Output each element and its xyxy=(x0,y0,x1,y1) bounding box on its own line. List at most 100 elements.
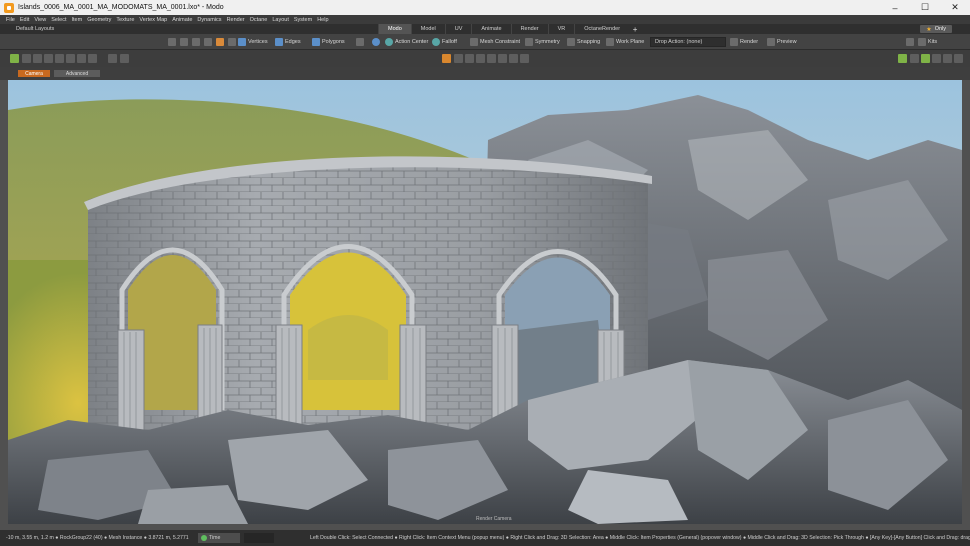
zoom-icon[interactable] xyxy=(120,54,129,63)
menu-edit[interactable]: Edit xyxy=(20,17,29,23)
menu-file[interactable]: File xyxy=(6,17,15,23)
work-plane-label: Work Plane xyxy=(616,39,645,45)
action-center-label: Action Center xyxy=(395,39,429,45)
polygons-label: Polygons xyxy=(322,39,345,45)
panel-icon-4[interactable] xyxy=(932,54,941,63)
layout-icon-7[interactable] xyxy=(509,54,518,63)
3d-viewport[interactable]: Render Camera xyxy=(8,80,962,524)
only-toggle[interactable]: ★ Only xyxy=(920,25,952,33)
layout-selector[interactable]: Default Layouts xyxy=(16,26,378,32)
vertices-button[interactable]: Vertices xyxy=(238,37,268,47)
material-select-button[interactable] xyxy=(204,37,212,47)
window-title: Islands_0006_MA_0001_MA_MODOMATS_MA_0001… xyxy=(18,4,224,11)
lasso-tool-button[interactable] xyxy=(180,37,188,47)
maximize-button[interactable]: ☐ xyxy=(910,0,940,15)
tab-octanerender[interactable]: OctaneRender xyxy=(574,24,629,34)
panel-icon-3[interactable] xyxy=(921,54,930,63)
render-label: Render xyxy=(740,39,759,45)
view-icon-1[interactable] xyxy=(22,54,31,63)
tab-model[interactable]: Model xyxy=(410,24,445,34)
render-button[interactable]: Render xyxy=(730,37,758,47)
menu-texture[interactable]: Texture xyxy=(116,17,134,23)
pivot-mode-button[interactable] xyxy=(228,37,236,47)
layout-dropdown-icon[interactable] xyxy=(520,54,529,63)
drop-action-dropdown[interactable]: Drop Action: (none) xyxy=(650,37,726,47)
item-mode-button[interactable] xyxy=(216,37,224,47)
close-button[interactable]: ✕ xyxy=(940,0,970,15)
panel-icon-5[interactable] xyxy=(943,54,952,63)
paint-select-button[interactable] xyxy=(192,37,200,47)
menu-geometry[interactable]: Geometry xyxy=(87,17,111,23)
kits-button[interactable]: Kits xyxy=(918,37,937,47)
command-input[interactable] xyxy=(244,533,274,543)
time-indicator-icon xyxy=(201,535,207,541)
search-button[interactable] xyxy=(906,37,914,47)
tab-vr[interactable]: VR xyxy=(547,24,575,34)
shield-button[interactable] xyxy=(372,37,380,47)
panel-icon-1[interactable] xyxy=(898,54,907,63)
work-plane-button[interactable]: Work Plane xyxy=(606,37,644,47)
tab-render[interactable]: Render xyxy=(510,24,548,34)
menu-item[interactable]: Item xyxy=(71,17,82,23)
work-plane-icon xyxy=(606,38,614,46)
menu-help[interactable]: Help xyxy=(317,17,328,23)
time-button[interactable]: Time xyxy=(198,533,240,543)
action-center-button[interactable]: Action Center xyxy=(385,37,428,47)
view-icon-2[interactable] xyxy=(33,54,42,63)
polygons-button[interactable]: Polygons xyxy=(312,37,345,47)
view-icon-7[interactable] xyxy=(88,54,97,63)
tab-uv[interactable]: UV xyxy=(444,24,472,34)
select-arrow-icon xyxy=(168,38,176,46)
shading-mode-tab[interactable]: Advanced xyxy=(54,70,100,77)
tab-modo[interactable]: Modo xyxy=(378,24,411,34)
view-icon-3[interactable] xyxy=(44,54,53,63)
edges-icon xyxy=(275,38,283,46)
menu-octane[interactable]: Octane xyxy=(250,17,268,23)
only-label: Only xyxy=(934,26,946,32)
preview-icon xyxy=(767,38,775,46)
menu-animate[interactable]: Animate xyxy=(172,17,192,23)
layout-icon-4[interactable] xyxy=(476,54,485,63)
menu-layout[interactable]: Layout xyxy=(272,17,289,23)
add-icon[interactable] xyxy=(108,54,117,63)
menu-select[interactable]: Select xyxy=(51,17,66,23)
preview-button[interactable]: Preview xyxy=(767,37,797,47)
material-mode-icon xyxy=(356,38,364,46)
camera-tab[interactable]: Camera xyxy=(18,70,50,77)
menu-bar: File Edit View Select Item Geometry Text… xyxy=(0,15,970,24)
grid-snap-icon[interactable] xyxy=(10,54,19,63)
edges-label: Edges xyxy=(285,39,301,45)
tab-animate[interactable]: Animate xyxy=(471,24,510,34)
select-tool-button[interactable] xyxy=(168,37,176,47)
edges-button[interactable]: Edges xyxy=(275,37,301,47)
falloff-button[interactable]: Falloff xyxy=(432,37,457,47)
mesh-constraint-button[interactable]: Mesh Constraint xyxy=(470,37,520,47)
star-icon: ★ xyxy=(926,26,932,33)
falloff-icon xyxy=(432,38,440,46)
material-mode-button[interactable] xyxy=(356,37,364,47)
symmetry-button[interactable]: Symmetry xyxy=(525,37,560,47)
menu-dynamics[interactable]: Dynamics xyxy=(197,17,221,23)
layout-icon-1[interactable] xyxy=(442,54,451,63)
vertices-icon xyxy=(238,38,246,46)
rendered-scene xyxy=(8,80,962,524)
menu-vertex-map[interactable]: Vertex Map xyxy=(139,17,167,23)
layout-icon-5[interactable] xyxy=(487,54,496,63)
view-icon-6[interactable] xyxy=(77,54,86,63)
layout-icon-2[interactable] xyxy=(454,54,463,63)
panel-icon-2[interactable] xyxy=(910,54,919,63)
snapping-button[interactable]: Snapping xyxy=(567,37,600,47)
falloff-label: Falloff xyxy=(442,39,457,45)
view-icon-5[interactable] xyxy=(66,54,75,63)
view-icon-4[interactable] xyxy=(55,54,64,63)
menu-render[interactable]: Render xyxy=(227,17,245,23)
layout-icon-3[interactable] xyxy=(465,54,474,63)
layout-icon-6[interactable] xyxy=(498,54,507,63)
menu-system[interactable]: System xyxy=(294,17,312,23)
viewport-header: Camera Advanced xyxy=(0,67,970,80)
add-tab-button[interactable]: + xyxy=(629,25,641,34)
layout-tab-bar: Default Layouts Modo Model UV Animate Re… xyxy=(0,24,970,34)
minimize-button[interactable]: – xyxy=(880,0,910,15)
panel-icon-6[interactable] xyxy=(954,54,963,63)
menu-view[interactable]: View xyxy=(34,17,46,23)
